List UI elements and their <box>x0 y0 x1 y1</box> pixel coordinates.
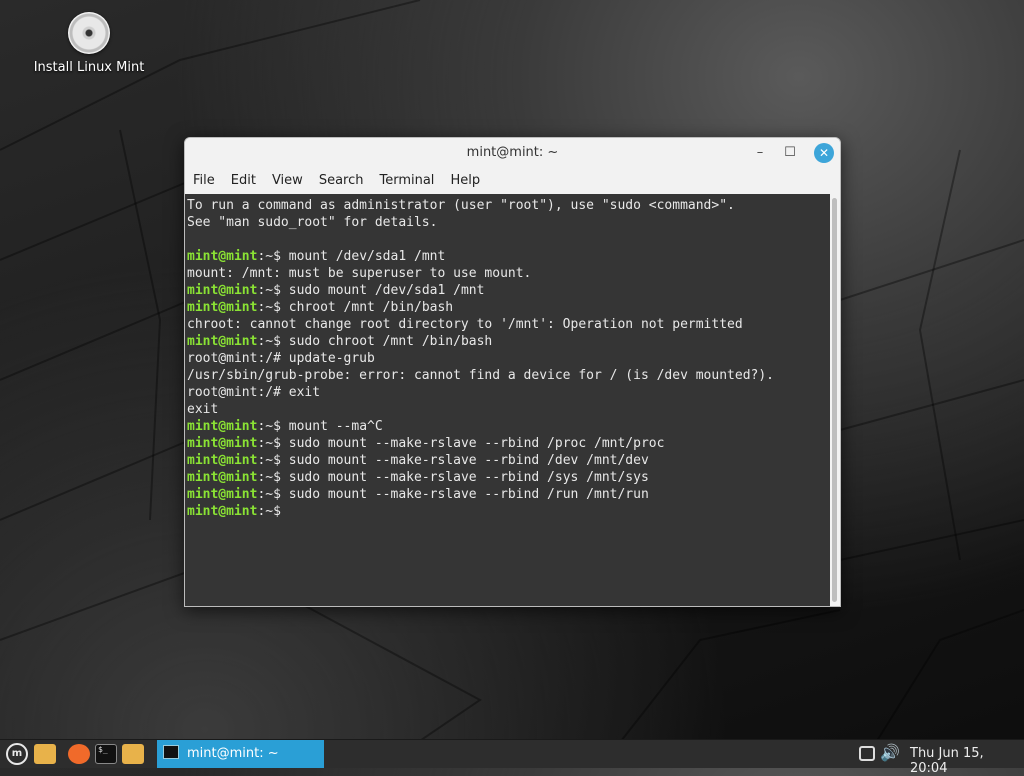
prompt-user: mint@mint <box>187 283 258 298</box>
prompt-user: mint@mint <box>187 334 258 349</box>
prompt-user: mint@mint <box>187 470 258 485</box>
prompt-user: mint@mint <box>187 453 258 468</box>
menu-terminal[interactable]: Terminal <box>375 168 442 194</box>
prompt-path: :~$ <box>257 249 289 264</box>
scrollbar[interactable] <box>830 194 840 606</box>
terminal-command-line: mint@mint:~$ sudo mount --make-rslave --… <box>187 452 830 469</box>
prompt-path: :~$ <box>257 470 289 485</box>
close-button[interactable]: ✕ <box>814 143 834 163</box>
prompt-path: :~$ <box>257 504 289 519</box>
terminal-output-line: root@mint:/# update-grub <box>187 351 375 366</box>
prompt-user: mint@mint <box>187 249 258 264</box>
terminal-icon[interactable]: $_ <box>95 744 117 764</box>
desktop-icon-label: Install Linux Mint <box>33 60 145 75</box>
taskbar-window-button[interactable]: mint@mint: ~ <box>157 740 324 768</box>
terminal-command-line: mint@mint:~$ sudo mount --make-rslave --… <box>187 435 830 452</box>
menu-search[interactable]: Search <box>315 168 372 194</box>
maximize-button[interactable]: ☐ <box>780 143 800 163</box>
prompt-path: :~$ <box>257 487 289 502</box>
prompt-path: :~$ <box>257 453 289 468</box>
notification-icon[interactable] <box>859 746 875 761</box>
terminal-output-line: root@mint:/# exit <box>187 385 321 400</box>
prompt-path: :~$ <box>257 436 289 451</box>
menu-bar: File Edit View Search Terminal Help <box>185 168 840 194</box>
command-text: sudo mount /dev/sda1 /mnt <box>288 283 485 298</box>
prompt-user: mint@mint <box>187 300 258 315</box>
install-linux-mint-shortcut[interactable]: Install Linux Mint <box>30 10 148 75</box>
terminal-command-line: mint@mint:~$ chroot /mnt /bin/bash <box>187 299 830 316</box>
command-text: chroot /mnt /bin/bash <box>288 300 454 315</box>
firefox-icon[interactable] <box>68 744 90 764</box>
prompt-user: mint@mint <box>187 504 258 519</box>
prompt-user: mint@mint <box>187 419 258 434</box>
terminal-command-line: mint@mint:~$ <box>187 503 830 520</box>
volume-icon[interactable]: 🔊 <box>880 743 900 762</box>
terminal-output[interactable]: To run a command as administrator (user … <box>185 194 830 606</box>
prompt-path: :~$ <box>257 283 289 298</box>
command-text: sudo mount --make-rslave --rbind /sys /m… <box>288 470 649 485</box>
terminal-output-line: mount: /mnt: must be superuser to use mo… <box>187 266 532 281</box>
scrollbar-thumb[interactable] <box>832 198 837 602</box>
prompt-user: mint@mint <box>187 487 258 502</box>
prompt-path: :~$ <box>257 419 289 434</box>
terminal-output-line: See "man sudo_root" for details. <box>187 215 438 230</box>
window-titlebar[interactable]: mint@mint: ~ – ☐ ✕ <box>185 138 840 168</box>
menu-view[interactable]: View <box>268 168 311 194</box>
minimize-button[interactable]: – <box>750 143 770 163</box>
command-text: mount --ma^C <box>288 419 383 434</box>
terminal-window[interactable]: mint@mint: ~ – ☐ ✕ File Edit View Search… <box>184 137 841 607</box>
terminal-command-line: mint@mint:~$ sudo chroot /mnt /bin/bash <box>187 333 830 350</box>
terminal-output-line: To run a command as administrator (user … <box>187 198 735 213</box>
prompt-user: mint@mint <box>187 436 258 451</box>
terminal-command-line: mint@mint:~$ mount --ma^C <box>187 418 830 435</box>
prompt-path: :~$ <box>257 300 289 315</box>
command-text: sudo mount --make-rslave --rbind /run /m… <box>288 487 649 502</box>
command-text: sudo mount --make-rslave --rbind /proc /… <box>288 436 665 451</box>
prompt-path: :~$ <box>257 334 289 349</box>
task-label: mint@mint: ~ <box>187 746 279 761</box>
command-text: sudo mount --make-rslave --rbind /dev /m… <box>288 453 649 468</box>
folder-icon[interactable] <box>122 744 144 764</box>
menu-edit[interactable]: Edit <box>227 168 264 194</box>
files-icon[interactable] <box>34 744 56 764</box>
window-title: mint@mint: ~ <box>466 145 559 160</box>
terminal-task-icon <box>163 745 179 759</box>
terminal-command-line: mint@mint:~$ sudo mount --make-rslave --… <box>187 486 830 503</box>
mint-menu-icon[interactable]: m <box>6 743 28 765</box>
terminal-command-line: mint@mint:~$ mount /dev/sda1 /mnt <box>187 248 830 265</box>
terminal-output-line: /usr/sbin/grub-probe: error: cannot find… <box>187 368 774 383</box>
terminal-output-line: chroot: cannot change root directory to … <box>187 317 743 332</box>
terminal-output-line: exit <box>187 402 219 417</box>
taskbar: m $_ mint@mint: ~ 🔊 Thu Jun 15, 20:04 <box>0 739 1024 776</box>
command-text: mount /dev/sda1 /mnt <box>288 249 446 264</box>
menu-help[interactable]: Help <box>446 168 488 194</box>
terminal-command-line: mint@mint:~$ sudo mount --make-rslave --… <box>187 469 830 486</box>
command-text: sudo chroot /mnt /bin/bash <box>288 334 493 349</box>
disc-icon <box>68 12 110 54</box>
menu-file[interactable]: File <box>189 168 223 194</box>
terminal-command-line: mint@mint:~$ sudo mount /dev/sda1 /mnt <box>187 282 830 299</box>
clock[interactable]: Thu Jun 15, 20:04 <box>910 746 1024 776</box>
